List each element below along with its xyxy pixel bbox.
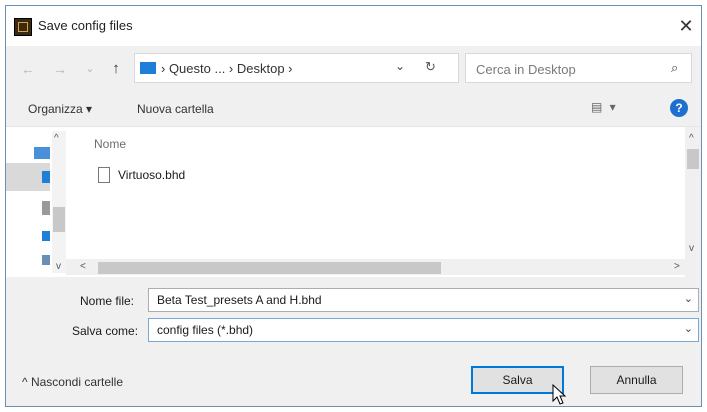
up-arrow-icon[interactable]: ↑ [106, 58, 126, 80]
horizontal-scroll-thumb[interactable] [98, 262, 441, 274]
address-bar[interactable]: › Questo ... › Desktop › ⌄ ↻ [134, 53, 459, 83]
filename-value[interactable]: Beta Test_presets A and H.bhd [157, 293, 322, 307]
forward-arrow-icon[interactable]: → [50, 58, 70, 80]
scroll-down-arrow-icon[interactable]: v [56, 261, 61, 272]
scroll-up-arrow-icon[interactable]: ^ [54, 133, 59, 144]
scroll-down-arrow-icon[interactable]: v [689, 243, 694, 254]
close-button[interactable]: ✕ [674, 14, 698, 38]
column-header-name[interactable]: Nome [94, 137, 126, 151]
cancel-button[interactable]: Annulla [590, 366, 683, 394]
chevron-down-icon[interactable]: ⌄ [684, 292, 693, 305]
nav-scrollbar[interactable] [52, 131, 66, 273]
search-input[interactable]: Cerca in Desktop ⌕ [465, 53, 692, 83]
scroll-right-arrow-icon[interactable]: > [674, 261, 680, 272]
chevron-down-icon[interactable]: ⌄ [395, 59, 405, 73]
save-dialog: Save config files ✕ ← → ⌄ ↑ › Questo ...… [5, 5, 702, 407]
document-icon[interactable] [42, 201, 50, 215]
breadcrumb[interactable]: › Questo ... › Desktop › [161, 61, 293, 76]
save-button[interactable]: Salva [471, 366, 564, 394]
music-icon[interactable] [42, 255, 50, 265]
savetype-select[interactable]: config files (*.bhd) ⌄ [148, 318, 699, 342]
hide-folders-toggle[interactable]: ^ Nascondi cartelle [22, 375, 123, 389]
help-icon[interactable]: ? [670, 99, 688, 117]
scroll-up-arrow-icon[interactable]: ^ [689, 133, 694, 144]
app-icon [14, 18, 32, 36]
filename-label: Nome file: [80, 294, 135, 308]
file-icon [98, 167, 110, 183]
chevron-down-icon[interactable]: ⌄ [684, 322, 693, 335]
filename-field[interactable]: Beta Test_presets A and H.bhd ⌄ [148, 288, 699, 312]
download-icon[interactable] [42, 231, 50, 241]
file-item[interactable]: Virtuoso.bhd [118, 168, 185, 182]
refresh-icon[interactable]: ↻ [425, 59, 436, 75]
computer-icon[interactable] [34, 147, 50, 159]
back-arrow-icon[interactable]: ← [18, 58, 38, 80]
recent-locations-icon[interactable]: ⌄ [80, 58, 100, 80]
desktop-icon[interactable] [42, 171, 50, 183]
organize-menu-button[interactable]: Organizza ▾ [28, 102, 92, 116]
title-bar: Save config files ✕ [6, 6, 701, 46]
savetype-value[interactable]: config files (*.bhd) [157, 323, 253, 337]
navigation-pane: ^ v [6, 127, 66, 277]
search-icon[interactable]: ⌕ [671, 60, 678, 76]
search-placeholder: Cerca in Desktop [476, 62, 576, 77]
folder-icon [140, 62, 156, 74]
new-folder-button[interactable]: Nuova cartella [137, 102, 214, 116]
file-browser: ^ v Nome Virtuoso.bhd ^ v < > [6, 126, 701, 277]
mouse-cursor-icon [552, 384, 567, 405]
view-options-icon[interactable]: ▤ ▾ [591, 100, 618, 114]
savetype-label: Salva come: [72, 324, 139, 338]
window-title: Save config files [38, 18, 133, 33]
scroll-left-arrow-icon[interactable]: < [80, 261, 86, 272]
nav-scroll-thumb[interactable] [53, 207, 65, 232]
vertical-scroll-thumb[interactable] [687, 149, 699, 169]
